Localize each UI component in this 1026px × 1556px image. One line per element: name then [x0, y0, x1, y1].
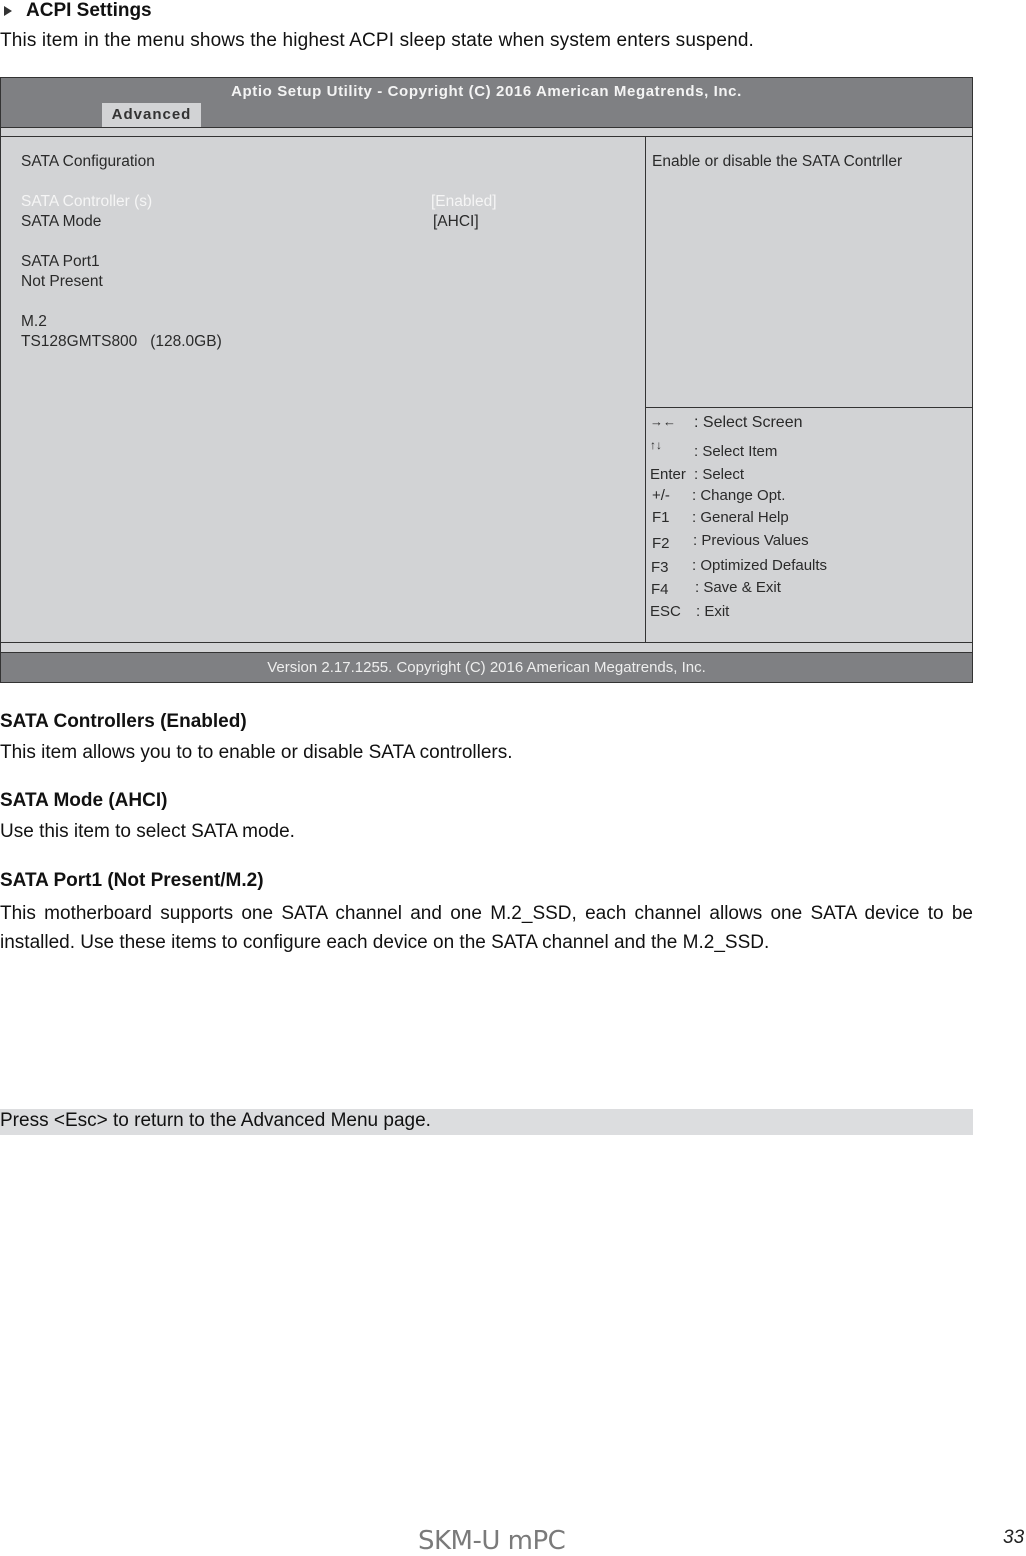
- key-help-action: : Save & Exit: [695, 579, 781, 596]
- left-right-arrows-icon: →←: [650, 414, 676, 429]
- up-down-arrows-icon: ↑↓: [650, 438, 662, 452]
- key-help-action: : Previous Values: [693, 532, 809, 549]
- bios-divider: [1, 642, 972, 653]
- key-help-key: Enter: [650, 466, 686, 483]
- help-text: Enable or disable the SATA Contrller: [652, 153, 903, 170]
- sata-mode-value[interactable]: [AHCI]: [433, 213, 479, 231]
- bios-footer: Version 2.17.1255. Copyright (C) 2016 Am…: [1, 653, 972, 682]
- key-help-action: : Optimized Defaults: [692, 557, 828, 574]
- page-number: 33: [1003, 1527, 1025, 1548]
- key-help-action: : Select Item: [694, 443, 778, 460]
- bios-settings-panel: SATA Configuration SATA Controller (s) […: [1, 137, 646, 642]
- sata-mode-label[interactable]: SATA Mode: [21, 213, 101, 231]
- bios-divider: [1, 127, 972, 137]
- sata-port1-status: Not Present: [21, 273, 103, 290]
- m2-device: TS128GMTS800 (128.0GB): [21, 333, 222, 350]
- desc-text-sata-port1: This motherboard supports one SATA chann…: [0, 903, 973, 953]
- desc-text-sata-mode: Use this item to select SATA mode.: [0, 821, 295, 842]
- panel-heading: SATA Configuration: [21, 153, 155, 170]
- esc-note: Press <Esc> to return to the Advanced Me…: [0, 1109, 973, 1135]
- sata-controller-value[interactable]: [Enabled]: [431, 193, 497, 211]
- bios-screen: Aptio Setup Utility - Copyright (C) 2016…: [0, 77, 973, 683]
- section-heading: ACPI Settings: [4, 0, 152, 22]
- key-help-action: : General Help: [692, 509, 789, 526]
- sata-controller-label[interactable]: SATA Controller (s): [21, 193, 152, 211]
- key-help-action: : Select: [694, 466, 745, 483]
- desc-heading-sata-mode: SATA Mode (AHCI): [0, 790, 168, 811]
- key-help-key: F2: [652, 535, 670, 552]
- key-help-key: ESC: [650, 603, 681, 620]
- product-name: SKM-U mPC: [418, 1526, 566, 1556]
- bios-header: Aptio Setup Utility - Copyright (C) 2016…: [1, 78, 972, 128]
- bios-key-help: →← : Select Screen ↑↓ : Select Item Ente…: [646, 408, 972, 642]
- tab-advanced[interactable]: Advanced: [102, 103, 201, 127]
- key-help-action: : Exit: [696, 603, 730, 620]
- bullet-triangle-icon: [4, 6, 12, 16]
- m2-label: M.2: [21, 313, 47, 330]
- section-description: This item in the menu shows the highest …: [0, 30, 754, 51]
- key-help-action: : Change Opt.: [692, 487, 786, 504]
- sata-port1-label: SATA Port1: [21, 253, 100, 270]
- bios-help-panel: Enable or disable the SATA Contrller: [646, 137, 972, 408]
- key-help-key: +/-: [652, 487, 670, 504]
- key-help-key: F1: [652, 509, 670, 526]
- desc-text-sata-controllers: This item allows you to to enable or dis…: [0, 742, 513, 763]
- bios-title: Aptio Setup Utility - Copyright (C) 2016…: [231, 83, 742, 100]
- key-help-key: F4: [651, 581, 669, 598]
- key-help-key: F3: [651, 559, 669, 576]
- desc-heading-sata-port1: SATA Port1 (Not Present/M.2): [0, 870, 264, 891]
- section-title: ACPI Settings: [26, 0, 152, 21]
- desc-heading-sata-controllers: SATA Controllers (Enabled): [0, 711, 247, 732]
- key-help-action: : Select Screen: [694, 414, 803, 431]
